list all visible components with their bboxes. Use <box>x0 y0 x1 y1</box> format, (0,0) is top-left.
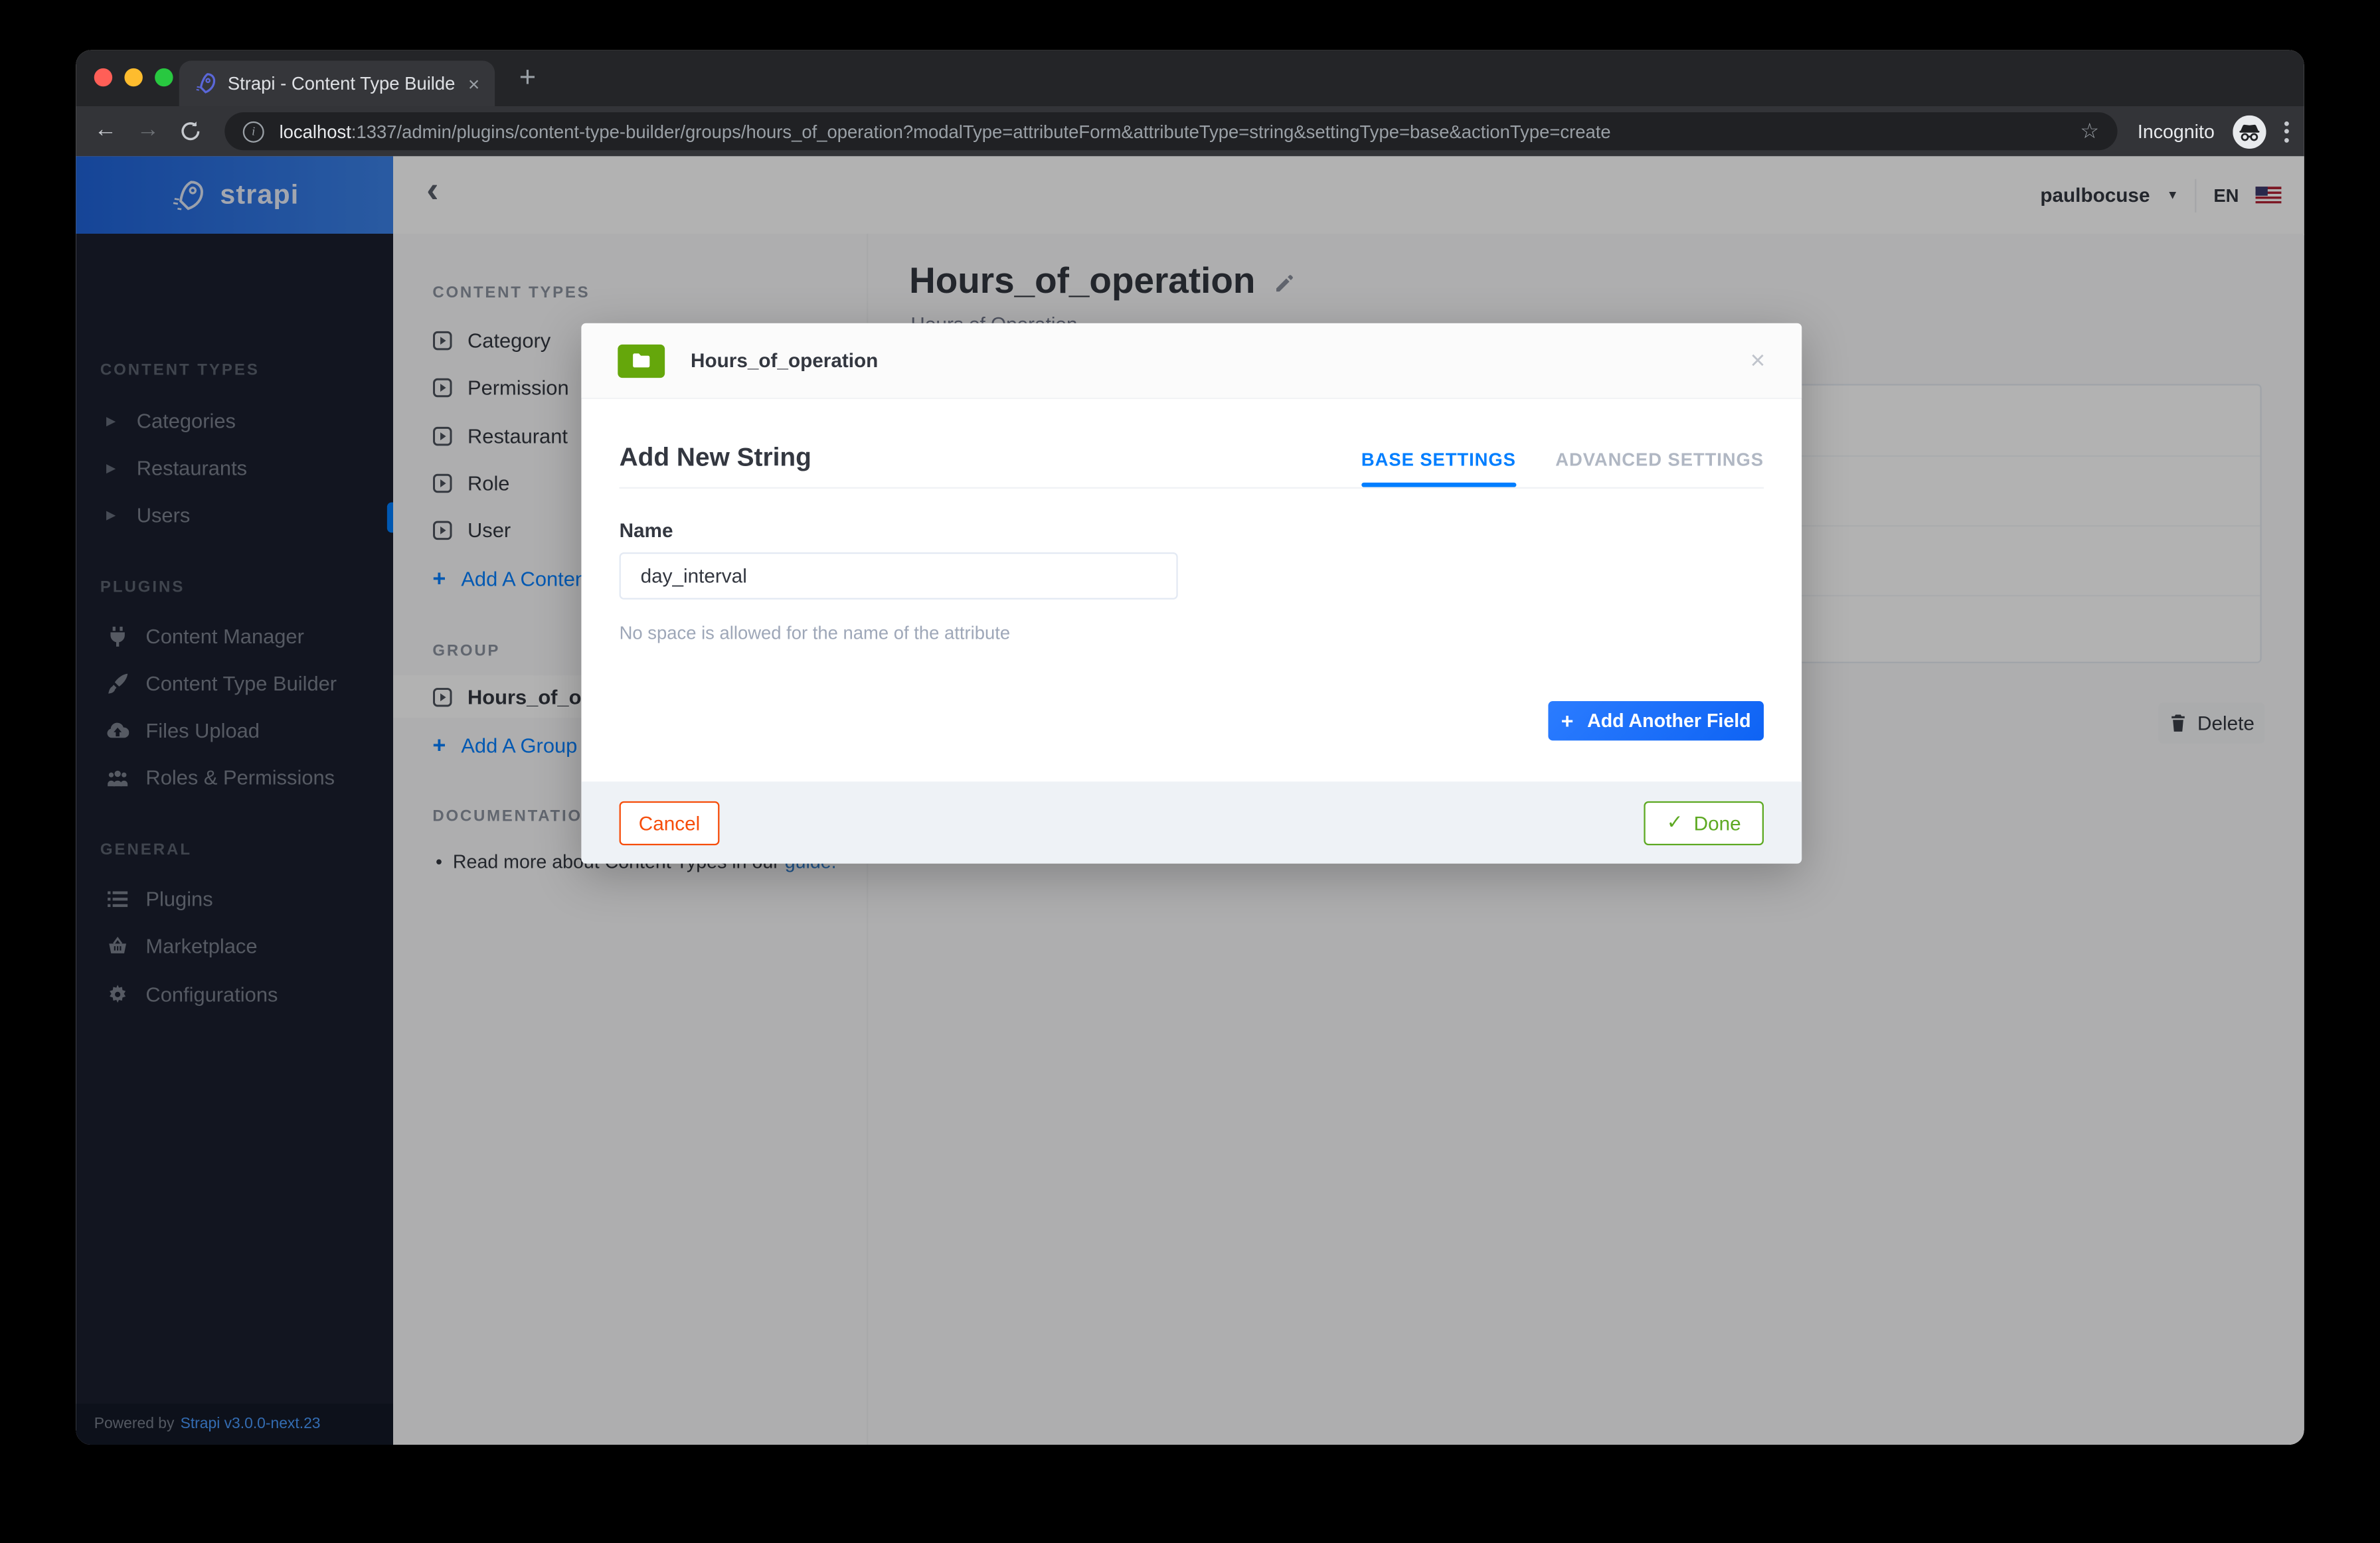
tab-strip: Strapi - Content Type Builder × + <box>76 50 2304 106</box>
group-chip <box>618 344 665 377</box>
browser-tab[interactable]: Strapi - Content Type Builder × <box>179 60 495 106</box>
tab-base-settings[interactable]: BASE SETTINGS <box>1361 449 1516 471</box>
name-helper-text: No space is allowed for the name of the … <box>620 622 1011 643</box>
cancel-button[interactable]: Cancel <box>620 801 720 845</box>
incognito-label: Incognito <box>2138 121 2215 142</box>
tab-advanced-settings[interactable]: ADVANCED SETTINGS <box>1555 449 1764 471</box>
modal-header-title: Hours_of_operation <box>691 349 878 372</box>
modal-header: Hours_of_operation × <box>581 323 1802 399</box>
plus-icon: + <box>1561 708 1574 733</box>
window-zoom-button[interactable] <box>155 68 173 86</box>
strapi-favicon <box>195 73 216 94</box>
close-icon[interactable]: × <box>1750 347 1766 373</box>
incognito-icon <box>2233 115 2266 148</box>
browser-toolbar: ← → i localhost:1337/admin/plugins/conte… <box>76 106 2304 156</box>
forward-icon[interactable]: → <box>137 117 159 143</box>
settings-tabs: BASE SETTINGS ADVANCED SETTINGS <box>1361 449 1764 471</box>
done-button[interactable]: ✓ Done <box>1644 801 1764 845</box>
new-tab-icon[interactable]: + <box>519 62 536 96</box>
add-field-modal: Hours_of_operation × Add New String BASE… <box>581 323 1802 864</box>
name-label: Name <box>620 519 673 542</box>
reload-icon[interactable] <box>179 120 202 143</box>
tab-title: Strapi - Content Type Builder <box>228 73 456 94</box>
screen: Strapi - Content Type Builder × + ← → i … <box>0 0 2380 1543</box>
modal-footer: Cancel ✓ Done <box>581 781 1802 863</box>
window-close-button[interactable] <box>94 68 112 86</box>
browser-window: Strapi - Content Type Builder × + ← → i … <box>76 50 2304 1445</box>
url-text: localhost:1337/admin/plugins/content-typ… <box>280 121 2081 142</box>
name-input[interactable] <box>620 552 1178 600</box>
bookmark-star-icon[interactable]: ☆ <box>2080 118 2099 144</box>
back-icon[interactable]: ← <box>94 117 117 143</box>
url-bar[interactable]: i localhost:1337/admin/plugins/content-t… <box>224 112 2117 150</box>
check-icon: ✓ <box>1667 811 1683 835</box>
modal-title: Add New String <box>620 443 811 473</box>
add-another-field-button[interactable]: + Add Another Field <box>1548 701 1764 740</box>
tabs-divider <box>620 487 1764 489</box>
chrome-right-cluster: Incognito <box>2138 106 2289 156</box>
window-minimize-button[interactable] <box>124 68 142 86</box>
browser-menu-icon[interactable] <box>2284 121 2289 142</box>
tab-close-icon[interactable]: × <box>468 74 479 94</box>
site-info-icon[interactable]: i <box>243 121 264 142</box>
folder-icon <box>632 352 651 368</box>
strapi-app: strapi CONTENT TYPES ▶ Categories ▶ Rest… <box>76 156 2304 1445</box>
